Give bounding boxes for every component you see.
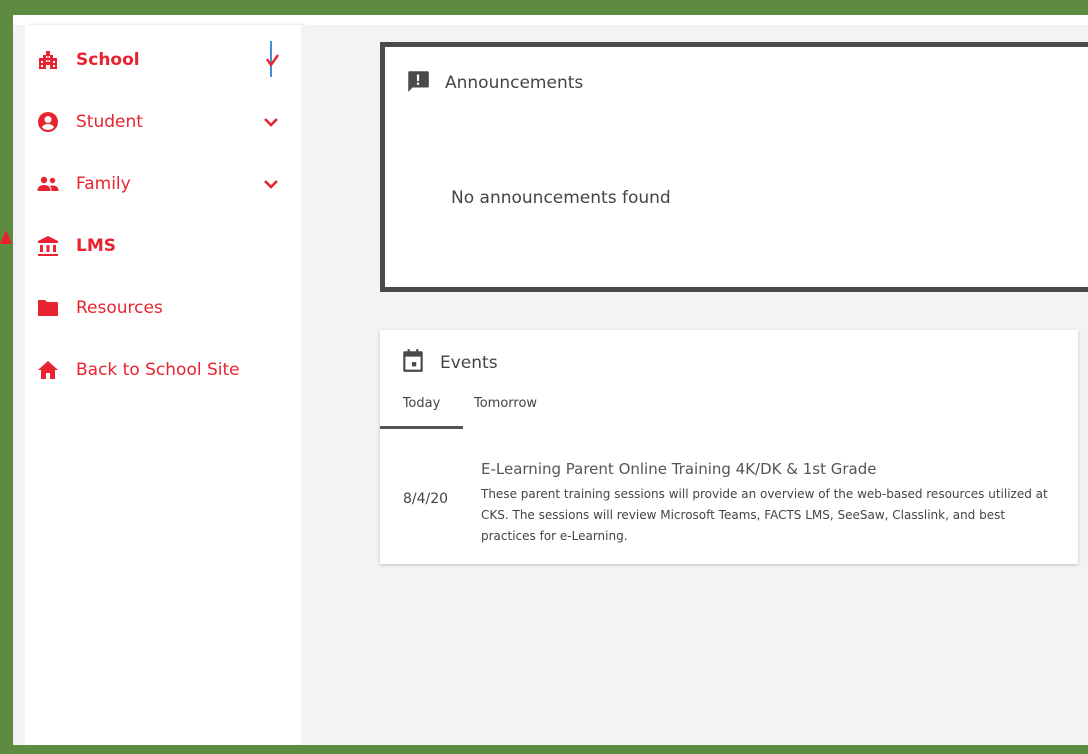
chevron-down-icon[interactable] — [261, 112, 281, 132]
events-tabs: Today Tomorrow — [380, 396, 680, 429]
sidebar-item-label: Back to School Site — [76, 360, 240, 380]
school-building-icon — [35, 47, 61, 73]
events-title: Events — [440, 353, 498, 373]
calendar-icon — [400, 348, 426, 378]
event-date: 8/4/20 — [403, 491, 449, 507]
folder-icon — [35, 295, 61, 321]
sidebar-item-school[interactable]: School — [25, 35, 301, 85]
tab-today[interactable]: Today — [380, 396, 463, 429]
chevron-down-icon[interactable] — [261, 174, 281, 194]
announcements-header: Announcements — [405, 67, 583, 99]
announcements-empty-message: No announcements found — [451, 188, 671, 208]
events-header: Events — [400, 347, 498, 379]
events-card: Events Today Tomorrow 8/4/20 E-Learning … — [380, 330, 1078, 564]
event-description: These parent training sessions will prov… — [481, 487, 1048, 543]
app-frame: School Student Family LMS Resources Back… — [13, 15, 1088, 745]
announcements-card: Announcements No announcements found — [380, 42, 1088, 292]
top-strip — [13, 15, 1088, 25]
sidebar-item-label: Resources — [76, 298, 163, 318]
home-icon — [35, 357, 61, 383]
announcements-title: Announcements — [445, 73, 584, 93]
institution-icon — [35, 233, 61, 259]
sidebar-item-label: School — [76, 50, 140, 70]
sidebar-item-back-to-school-site[interactable]: Back to School Site — [25, 345, 301, 395]
sidebar-item-label: LMS — [76, 236, 116, 256]
sidebar-item-student[interactable]: Student — [25, 97, 301, 147]
people-icon — [35, 171, 61, 197]
sidebar-item-resources[interactable]: Resources — [25, 283, 301, 333]
event-title: E-Learning Parent Online Training 4K/DK … — [481, 460, 877, 478]
sidebar-item-label: Student — [76, 112, 143, 132]
mouse-cursor-icon — [266, 41, 279, 77]
announcement-icon — [405, 68, 431, 98]
sidebar-item-label: Family — [76, 174, 131, 194]
sidebar: School Student Family LMS Resources Back… — [25, 25, 302, 745]
event-item[interactable]: 8/4/20 E-Learning Parent Online Training… — [380, 455, 1078, 555]
sidebar-item-family[interactable]: Family — [25, 159, 301, 209]
sidebar-item-lms[interactable]: LMS — [25, 221, 301, 271]
account-circle-icon — [35, 109, 61, 135]
tab-tomorrow[interactable]: Tomorrow — [474, 396, 537, 426]
main-content: Announcements No announcements found Eve… — [301, 25, 1088, 745]
left-edge-arrow — [0, 230, 13, 270]
